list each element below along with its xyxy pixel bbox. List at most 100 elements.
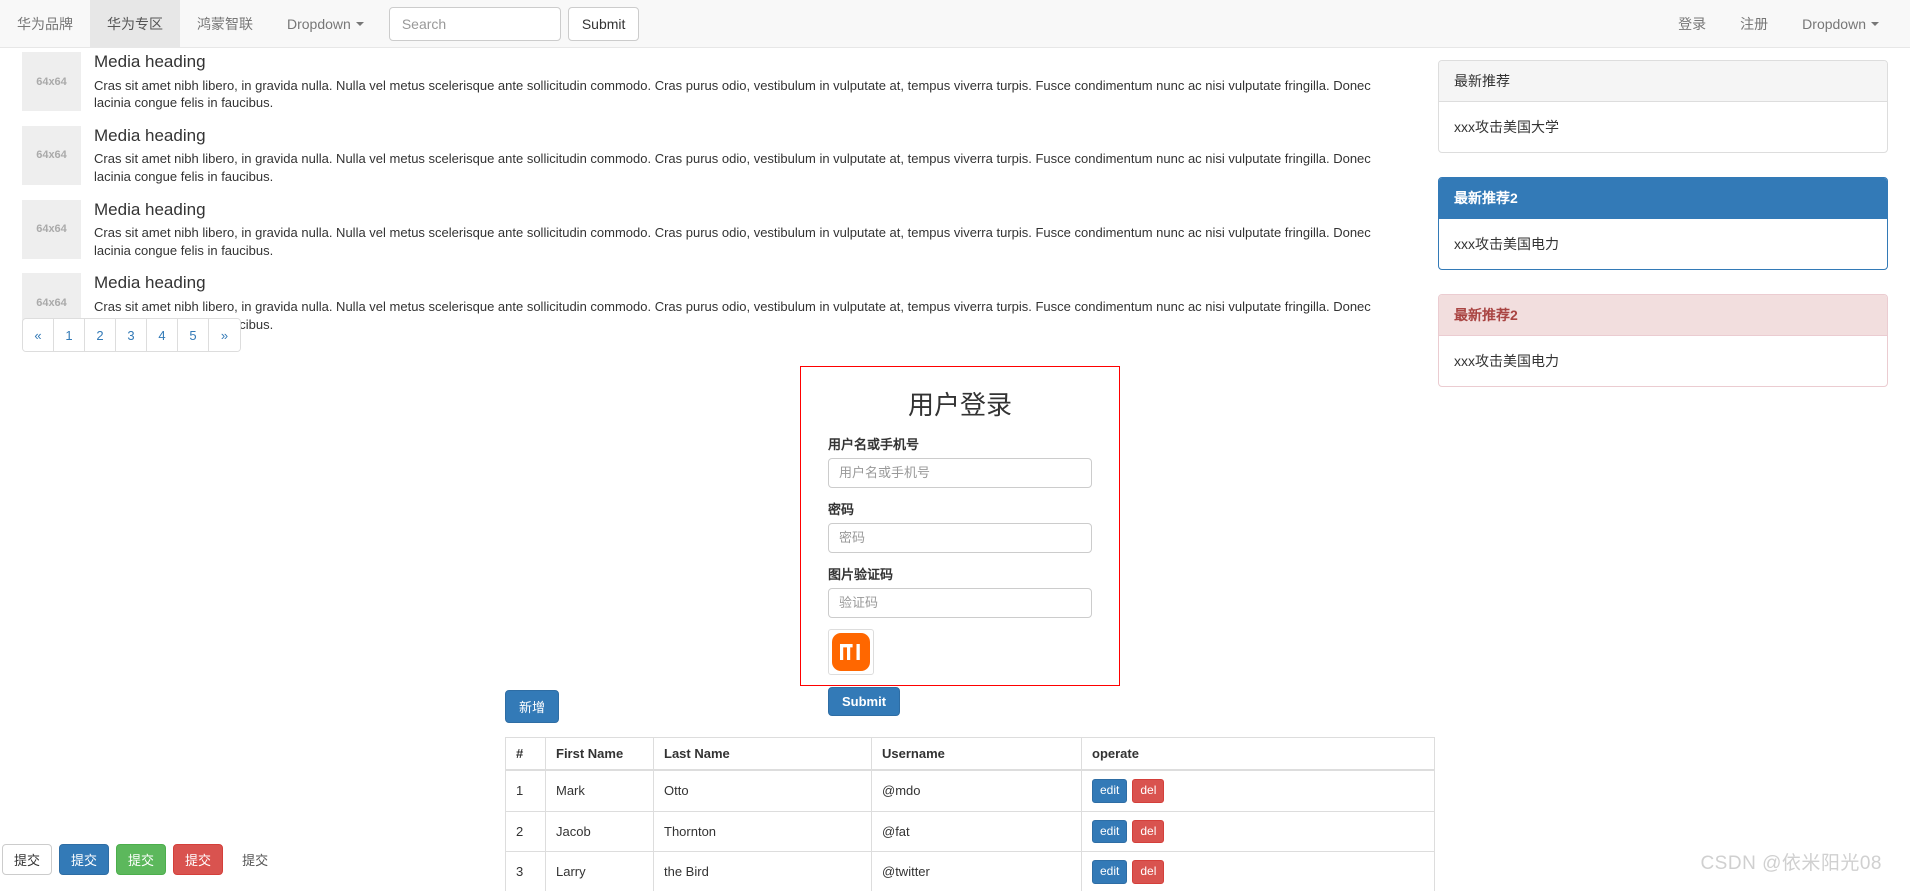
media-thumbnail-placeholder: 64x64 xyxy=(22,125,81,185)
media-heading: Media heading xyxy=(94,52,206,71)
cell-operate: edit del xyxy=(1081,810,1435,852)
edit-button[interactable]: edit xyxy=(1092,779,1128,803)
media-item: 64x64 Media heading Cras sit amet nibh l… xyxy=(22,199,1384,260)
edit-button[interactable]: edit xyxy=(1092,819,1128,844)
cell-last-name: the Bird xyxy=(653,851,872,891)
cell-id: 1 xyxy=(505,769,546,812)
nav-item-register[interactable]: 注册 xyxy=(1723,0,1785,48)
page-root: 华为品牌 华为专区 鸿蒙智联 Dropdown Submit 登录 注册 Dro… xyxy=(0,0,1910,891)
media-text: Cras sit amet nibh libero, in gravida nu… xyxy=(94,225,1371,258)
media-body: Media heading Cras sit amet nibh libero,… xyxy=(94,52,1384,112)
nav-item-label: Dropdown xyxy=(287,15,351,32)
media-thumbnail-placeholder: 64x64 xyxy=(22,52,81,111)
media-text: Cras sit amet nibh libero, in gravida nu… xyxy=(94,299,1371,332)
captcha-image-button[interactable] xyxy=(828,628,874,675)
nav-item-label: 鸿蒙智联 xyxy=(197,15,253,32)
search-submit-button[interactable]: Submit xyxy=(567,6,640,41)
navbar-left-group: 华为品牌 华为专区 鸿蒙智联 Dropdown Submit xyxy=(0,0,640,48)
panel-heading: 最新推荐 xyxy=(1439,61,1887,102)
cell-id: 3 xyxy=(505,851,546,891)
cell-first-name: Larry xyxy=(545,851,654,891)
password-input[interactable] xyxy=(828,522,1092,553)
mi-logo-icon xyxy=(832,632,870,671)
nav-item-dropdown[interactable]: Dropdown xyxy=(270,0,381,48)
panel-heading: 最新推荐2 xyxy=(1439,295,1887,336)
cell-first-name: Jacob xyxy=(545,810,654,852)
media-heading: Media heading xyxy=(94,125,206,145)
pagination-prev[interactable]: « xyxy=(23,319,54,351)
login-form-container: 用户登录 用户名或手机号 密码 图片验证码 Submit xyxy=(800,366,1120,716)
media-item: 64x64 Media heading Cras sit amet nibh l… xyxy=(22,52,1384,112)
nav-item-label: 华为品牌 xyxy=(17,15,73,32)
captcha-input[interactable] xyxy=(828,587,1092,618)
pagination-page-2[interactable]: 2 xyxy=(85,319,116,351)
nav-item-login[interactable]: 登录 xyxy=(1661,0,1723,48)
add-new-button[interactable]: 新增 xyxy=(505,690,560,723)
login-title: 用户登录 xyxy=(907,390,1012,420)
media-text: Cras sit amet nibh libero, in gravida nu… xyxy=(94,77,1371,111)
pagination-page-3[interactable]: 3 xyxy=(116,319,147,351)
search-input[interactable] xyxy=(388,6,561,41)
nav-item-huawei-brand[interactable]: 华为品牌 xyxy=(0,0,90,48)
password-label: 密码 xyxy=(828,501,855,517)
panel-latest-recommend-2-danger: 最新推荐2 xxx攻击美国电力 xyxy=(1438,294,1888,387)
pagination-page-1[interactable]: 1 xyxy=(54,319,85,351)
user-table-section: 新增 # First Name Last Name Username opera… xyxy=(505,690,1435,891)
pagination-page-4[interactable]: 4 xyxy=(147,319,178,351)
media-heading: Media heading xyxy=(94,273,206,293)
bottom-button-bar: 提交 提交 提交 提交 提交 xyxy=(2,844,280,875)
nav-item-label: 华为专区 xyxy=(107,15,163,32)
panel-body: xxx攻击美国大学 xyxy=(1454,119,1559,135)
delete-button[interactable]: del xyxy=(1132,779,1165,803)
pagination-page-5[interactable]: 5 xyxy=(178,319,209,351)
submit-button-primary[interactable]: 提交 xyxy=(59,844,110,875)
cell-last-name: Thornton xyxy=(653,810,872,852)
username-label: 用户名或手机号 xyxy=(828,436,920,452)
cell-username: @fat xyxy=(871,810,1082,852)
nav-item-user-dropdown[interactable]: Dropdown xyxy=(1785,0,1896,48)
table-header-row: # First Name Last Name Username operate xyxy=(505,737,1435,771)
media-thumbnail-placeholder: 64x64 xyxy=(22,199,81,259)
table-body: 1 Mark Otto @mdo edit del 2 Jacob Thornto… xyxy=(505,769,1435,891)
edit-button[interactable]: edit xyxy=(1092,860,1128,884)
panel-latest-recommend: 最新推荐 xxx攻击美国大学 xyxy=(1438,60,1888,153)
media-body: Media heading Cras sit amet nibh libero,… xyxy=(94,126,1384,186)
navbar-search-form: Submit xyxy=(388,0,640,48)
submit-button-danger[interactable]: 提交 xyxy=(173,844,224,875)
panel-heading: 最新推荐2 xyxy=(1439,178,1887,219)
media-body: Media heading Cras sit amet nibh libero,… xyxy=(94,200,1384,260)
navbar-right-group: 登录 注册 Dropdown xyxy=(1661,0,1896,48)
table-head: # First Name Last Name Username operate xyxy=(505,737,1435,771)
chevron-down-icon xyxy=(1871,22,1879,26)
submit-button-success[interactable]: 提交 xyxy=(116,844,167,875)
submit-button-default[interactable]: 提交 xyxy=(2,844,53,875)
submit-button-link[interactable]: 提交 xyxy=(230,844,280,875)
panel-body: xxx攻击美国电力 xyxy=(1454,236,1559,252)
pagination-next[interactable]: » xyxy=(209,319,240,351)
nav-item-huawei-zone[interactable]: 华为专区 xyxy=(90,0,180,48)
media-body: Media heading Cras sit amet nibh libero,… xyxy=(94,273,1384,333)
media-text: Cras sit amet nibh libero, in gravida nu… xyxy=(94,151,1371,185)
user-table: # First Name Last Name Username operate … xyxy=(505,737,1435,891)
nav-item-label: Dropdown xyxy=(1802,16,1866,32)
column-header-username: Username xyxy=(871,737,1082,771)
table-row: 1 Mark Otto @mdo edit del xyxy=(505,769,1435,812)
column-header-last-name: Last Name xyxy=(653,737,872,771)
delete-button[interactable]: del xyxy=(1132,819,1165,844)
username-input[interactable] xyxy=(828,457,1092,488)
captcha-label: 图片验证码 xyxy=(828,566,894,582)
pagination: « 1 2 3 4 5 » xyxy=(22,318,241,352)
panel-latest-recommend-2-primary: 最新推荐2 xxx攻击美国电力 xyxy=(1438,177,1888,270)
column-header-first-name: First Name xyxy=(545,737,654,771)
cell-id: 2 xyxy=(505,810,546,852)
cell-operate: edit del xyxy=(1081,769,1435,812)
cell-username: @mdo xyxy=(871,769,1082,812)
cell-operate: edit del xyxy=(1081,851,1435,891)
delete-button[interactable]: del xyxy=(1132,860,1165,884)
table-row: 2 Jacob Thornton @fat edit del xyxy=(505,810,1435,852)
media-heading: Media heading xyxy=(94,199,206,219)
cell-last-name: Otto xyxy=(653,769,872,812)
csdn-watermark: CSDN @依米阳光08 xyxy=(1700,853,1882,874)
nav-item-label: 注册 xyxy=(1740,16,1769,32)
nav-item-harmony-connect[interactable]: 鸿蒙智联 xyxy=(180,0,270,48)
